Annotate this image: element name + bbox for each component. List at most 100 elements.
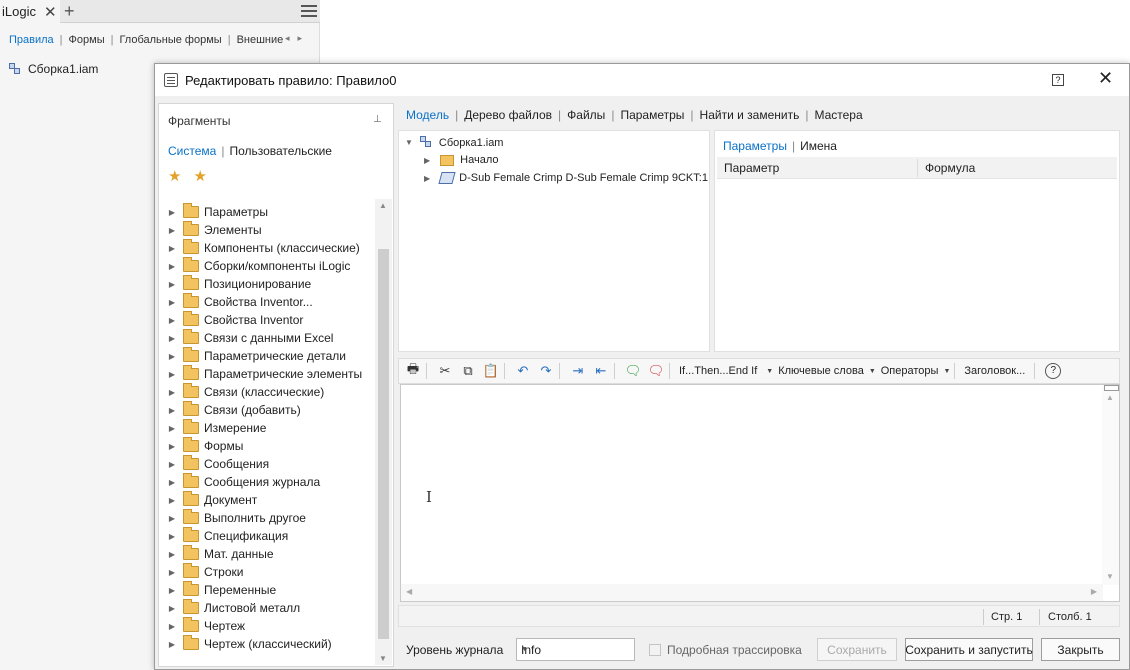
fragment-folder-item[interactable]: ▶ Чертеж xyxy=(159,617,375,635)
fragment-folder-item[interactable]: ▶ Переменные xyxy=(159,581,375,599)
column-formula[interactable]: Формула xyxy=(925,161,975,175)
code-editor[interactable]: I ▲ ▼ ◀ ▶ xyxy=(400,384,1120,602)
help-icon[interactable]: ? xyxy=(1052,74,1064,86)
star-icon[interactable]: ★ xyxy=(168,168,193,185)
editor-hscrollbar[interactable]: ◀ ▶ xyxy=(401,584,1103,601)
scroll-up-icon[interactable]: ▲ xyxy=(1106,393,1114,402)
model-tab[interactable]: Файлы xyxy=(567,108,605,122)
scroll-down-icon[interactable]: ▼ xyxy=(1106,572,1114,581)
print-icon[interactable]: 🖶 xyxy=(404,361,422,380)
expand-icon[interactable]: ▶ xyxy=(165,568,179,577)
scroll-up-icon[interactable]: ▲ xyxy=(379,201,387,210)
fragment-folder-item[interactable]: ▶ Свойства Inventor xyxy=(159,311,375,329)
expand-icon[interactable]: ▶ xyxy=(165,442,179,451)
expand-icon[interactable]: ▶ xyxy=(165,388,179,397)
expand-icon[interactable]: ▶ xyxy=(165,406,179,415)
tab-custom[interactable]: Пользовательские xyxy=(229,144,332,158)
scroll-left-icon[interactable]: ◀ xyxy=(406,587,412,596)
comment-remove-icon[interactable]: 🗨 xyxy=(647,362,665,380)
subtab-scroll-arrows[interactable]: ◂▸ xyxy=(285,33,310,44)
hamburger-menu-icon[interactable] xyxy=(301,3,317,19)
redo-icon[interactable]: ↷ xyxy=(537,362,555,380)
scroll-right-icon[interactable]: ▶ xyxy=(1091,587,1097,596)
ilogic-tab[interactable]: iLogic ✕ xyxy=(0,0,60,23)
fragment-folder-item[interactable]: ▶ Связи с данными Excel xyxy=(159,329,375,347)
expand-icon[interactable]: ▶ xyxy=(424,156,430,165)
expand-icon[interactable]: ▶ xyxy=(165,532,179,541)
star-add-icon[interactable]: ★ xyxy=(193,168,218,185)
fragment-folder-item[interactable]: ▶ Свойства Inventor... xyxy=(159,293,375,311)
keywords-dropdown[interactable]: Ключевые слова xyxy=(778,365,864,377)
fragment-folder-item[interactable]: ▶ Формы xyxy=(159,437,375,455)
expand-icon[interactable]: ▶ xyxy=(165,604,179,613)
expand-icon[interactable]: ▶ xyxy=(424,174,430,183)
tree-row-origin[interactable]: ▶ Начало xyxy=(424,154,498,166)
expand-icon[interactable]: ▶ xyxy=(165,496,179,505)
undo-icon[interactable]: ↶ xyxy=(514,362,532,380)
subtab-external[interactable]: Внешние xyxy=(237,34,284,46)
subtab-forms[interactable]: Формы xyxy=(69,34,105,46)
indent-icon[interactable]: ⇥ xyxy=(569,362,587,380)
expand-icon[interactable]: ▶ xyxy=(165,280,179,289)
tree-row-root[interactable]: ▼ Сборка1.iam xyxy=(405,136,503,149)
expand-icon[interactable]: ▶ xyxy=(165,298,179,307)
model-tab[interactable]: Найти и заменить xyxy=(700,108,800,122)
chevron-down-icon[interactable]: ▼ xyxy=(869,368,876,375)
fragment-folder-item[interactable]: ▶ Строки xyxy=(159,563,375,581)
subtab-global-forms[interactable]: Глобальные формы xyxy=(119,34,221,46)
cut-icon[interactable]: ✂ xyxy=(436,362,454,380)
fragment-folder-item[interactable]: ▶ Параметрические элементы xyxy=(159,365,375,383)
expand-icon[interactable]: ▶ xyxy=(165,424,179,433)
model-tab[interactable]: Мастера xyxy=(814,108,862,122)
close-dialog-icon[interactable]: ✕ xyxy=(1098,68,1113,89)
add-tab-icon[interactable]: + xyxy=(64,1,75,22)
verbose-trace-checkbox[interactable] xyxy=(649,644,661,656)
fragment-folder-item[interactable]: ▶ Выполнить другое xyxy=(159,509,375,527)
save-button[interactable]: Сохранить xyxy=(817,638,897,661)
fragment-folder-item[interactable]: ▶ Элементы xyxy=(159,221,375,239)
fragments-scrollbar[interactable]: ▲ ▼ xyxy=(375,199,392,665)
collapse-icon[interactable]: ▼ xyxy=(405,138,413,147)
fragment-folder-item[interactable]: ▶ Параметрические детали xyxy=(159,347,375,365)
fragment-folder-item[interactable]: ▶ Компоненты (классические) xyxy=(159,239,375,257)
expand-icon[interactable]: ▶ xyxy=(165,244,179,253)
copy-icon[interactable]: ⧉ xyxy=(459,362,477,380)
subtab-rules[interactable]: Правила xyxy=(9,34,54,46)
expand-icon[interactable]: ▶ xyxy=(165,208,179,217)
close-button[interactable]: Закрыть xyxy=(1041,638,1120,661)
operators-dropdown[interactable]: Операторы xyxy=(881,365,939,377)
comment-add-icon[interactable]: 🗨 xyxy=(624,362,642,380)
header-button[interactable]: Заголовок... xyxy=(964,365,1025,377)
tree-row-part[interactable]: ▶ D-Sub Female Crimp D-Sub Female Crimp … xyxy=(424,172,708,184)
model-tab[interactable]: Параметры xyxy=(620,108,684,122)
expand-icon[interactable]: ▶ xyxy=(165,262,179,271)
expand-icon[interactable]: ▶ xyxy=(165,226,179,235)
tab-names[interactable]: Имена xyxy=(800,139,837,153)
outdent-icon[interactable]: ⇤ xyxy=(592,362,610,380)
expand-icon[interactable]: ▶ xyxy=(165,352,179,361)
if-then-button[interactable]: If...Then...End If xyxy=(679,365,757,377)
expand-icon[interactable]: ▶ xyxy=(165,586,179,595)
save-and-run-button[interactable]: Сохранить и запустить xyxy=(905,638,1033,661)
expand-icon[interactable]: ▶ xyxy=(165,550,179,559)
expand-icon[interactable]: ▶ xyxy=(165,460,179,469)
help-icon[interactable]: ? xyxy=(1045,363,1062,379)
model-tab[interactable]: Дерево файлов xyxy=(464,108,552,122)
fragment-folder-item[interactable]: ▶ Документ xyxy=(159,491,375,509)
pin-icon[interactable]: ⊥ xyxy=(373,114,382,125)
paste-icon[interactable]: 📋 xyxy=(482,362,500,380)
fragment-folder-item[interactable]: ▶ Связи (добавить) xyxy=(159,401,375,419)
expand-icon[interactable]: ▶ xyxy=(165,316,179,325)
fragment-folder-item[interactable]: ▶ Позиционирование xyxy=(159,275,375,293)
scroll-thumb[interactable] xyxy=(378,249,389,639)
expand-icon[interactable]: ▶ xyxy=(165,622,179,631)
fragment-folder-item[interactable]: ▶ Сообщения xyxy=(159,455,375,473)
fragment-folder-item[interactable]: ▶ Спецификация xyxy=(159,527,375,545)
model-tab[interactable]: Модель xyxy=(406,108,449,122)
chevron-down-icon[interactable]: ▼ xyxy=(943,368,950,375)
fragment-folder-item[interactable]: ▶ Мат. данные xyxy=(159,545,375,563)
fragment-folder-item[interactable]: ▶ Связи (классические) xyxy=(159,383,375,401)
expand-icon[interactable]: ▶ xyxy=(165,370,179,379)
ilogic-tree-item[interactable]: Сборка1.iam xyxy=(9,62,98,76)
fragment-folder-item[interactable]: ▶ Параметры xyxy=(159,203,375,221)
